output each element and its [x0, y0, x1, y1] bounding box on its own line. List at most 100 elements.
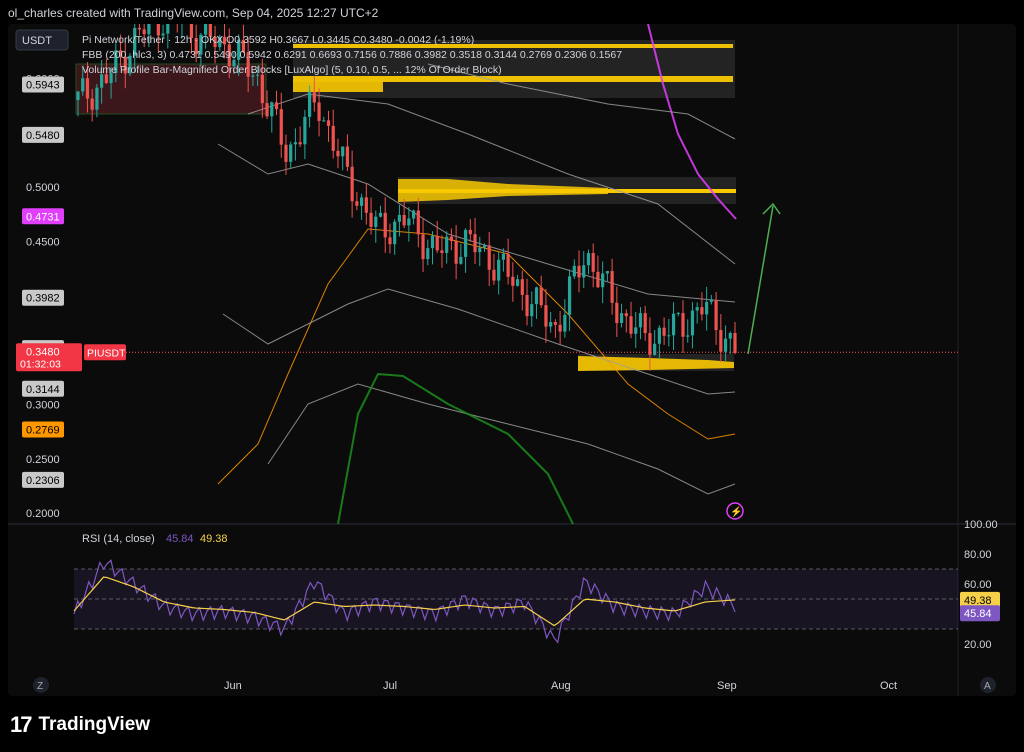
- candle-body: [686, 335, 690, 337]
- candle-body: [525, 294, 529, 317]
- price-tick-label: 0.4500: [26, 236, 60, 248]
- candle-body: [515, 279, 520, 286]
- candle-body: [709, 300, 713, 302]
- order-block-top-bar-2: [293, 76, 733, 82]
- candle-body: [270, 102, 274, 117]
- candle-body: [298, 142, 302, 145]
- rsi-label: RSI (14, close): [82, 533, 155, 545]
- legend-ohlc: Pi Network/Tether · 12h · OKX O0.3592 H0…: [82, 34, 474, 46]
- candle-body: [322, 120, 326, 122]
- candle-body: [312, 91, 316, 103]
- candle-body: [336, 150, 340, 157]
- candle-body: [95, 87, 99, 110]
- price-tick-label: 0.5000: [26, 182, 60, 194]
- rsi-value: 45.84: [166, 533, 194, 545]
- tradingview-logo-icon: 17: [10, 712, 33, 737]
- rsi-ma-badge-label: 49.38: [964, 595, 992, 607]
- candle-body: [76, 91, 80, 101]
- fbb-band-3: [217, 143, 736, 303]
- candle-body: [662, 327, 666, 336]
- candle-body: [147, 24, 151, 35]
- candle-body: [388, 237, 392, 245]
- candle-body: [586, 253, 591, 266]
- candle-body: [293, 142, 298, 145]
- price-badge-label: 0.3982: [26, 293, 60, 305]
- candle-body: [369, 212, 373, 227]
- candle-body: [482, 245, 487, 248]
- candle-body: [714, 300, 718, 331]
- countdown-label: 01:32:03: [20, 358, 61, 370]
- candle-body: [279, 109, 283, 145]
- candle-body: [610, 271, 614, 303]
- candle-body: [619, 313, 624, 323]
- price-badge-label: 0.2769: [26, 425, 60, 437]
- candle-body: [530, 304, 534, 317]
- price-chart[interactable]: ⚡ USDT Pi Network/Tether · 12h · OKX O0.35…: [8, 24, 1016, 696]
- candle-body: [676, 313, 680, 315]
- rsi-ma-value: 49.38: [200, 533, 228, 545]
- candle-body: [723, 338, 728, 352]
- candle-body: [459, 256, 463, 264]
- candle-body: [567, 276, 572, 315]
- legend-fbb: FBB (200, hlc3, 3) 0.4731 0.5490 0.5942 …: [82, 49, 622, 61]
- candle-body: [378, 212, 383, 217]
- rsi-tick-label: 80.00: [964, 549, 992, 561]
- tradingview-footer: 17 TradingView: [10, 712, 150, 738]
- current-price-label: 0.3480: [26, 346, 60, 358]
- rsi-tick-label: 60.00: [964, 579, 992, 591]
- candle-body: [430, 235, 435, 249]
- symbol-search-label: USDT: [22, 35, 52, 47]
- price-badge-label: 0.3144: [26, 384, 60, 396]
- candle-body: [445, 236, 449, 253]
- candle-body: [478, 247, 482, 253]
- candle-body: [284, 144, 288, 162]
- time-axis-label: Sep: [717, 680, 737, 692]
- candle-body: [615, 302, 619, 323]
- candle-body: [317, 102, 321, 121]
- candle-body: [563, 314, 567, 332]
- candle-body: [629, 316, 633, 334]
- candle-body: [100, 74, 104, 88]
- candle-body: [501, 253, 505, 260]
- candle-body: [416, 210, 420, 235]
- candle-body: [582, 265, 586, 278]
- candle-body: [411, 210, 416, 219]
- candle-body: [383, 212, 387, 238]
- candle-body: [511, 276, 515, 286]
- candle-body: [549, 322, 553, 327]
- candle-body: [534, 287, 539, 305]
- candle-body: [345, 146, 350, 167]
- candle-body: [393, 221, 397, 245]
- candle-body: [137, 27, 142, 30]
- time-axis-label: Oct: [880, 680, 897, 692]
- candle-body: [303, 116, 307, 145]
- candle-body: [355, 201, 359, 206]
- candle-body: [553, 322, 557, 325]
- candle-body: [624, 313, 628, 317]
- candle-body: [397, 214, 402, 222]
- time-axis-label: Jul: [383, 680, 397, 692]
- fbb-lower-green: [337, 372, 574, 525]
- candle-body: [667, 335, 671, 337]
- candle-body: [85, 78, 90, 99]
- candle-body: [728, 332, 732, 339]
- price-badge-label: 0.5480: [26, 130, 60, 142]
- candle-body: [681, 313, 685, 337]
- candle-body: [591, 253, 595, 272]
- candle-body: [166, 24, 170, 34]
- candle-body: [544, 305, 548, 327]
- legend-order-blocks: Volume Profile Bar-Magnified Order Block…: [82, 64, 502, 76]
- tradingview-brand: TradingView: [38, 714, 151, 735]
- auto-scale-button-label: A: [984, 681, 991, 692]
- candle-body: [577, 265, 581, 278]
- order-block-top-volume: [293, 82, 383, 92]
- price-badge-label: 0.2306: [26, 475, 60, 487]
- candle-body: [596, 271, 600, 288]
- candle-body: [605, 271, 609, 274]
- time-axis-label: Jun: [224, 680, 242, 692]
- candle-body: [643, 313, 647, 334]
- candle-body: [719, 330, 723, 352]
- candle-body: [473, 234, 477, 253]
- candle-body: [454, 241, 458, 264]
- price-tick-label: 0.2000: [26, 508, 60, 520]
